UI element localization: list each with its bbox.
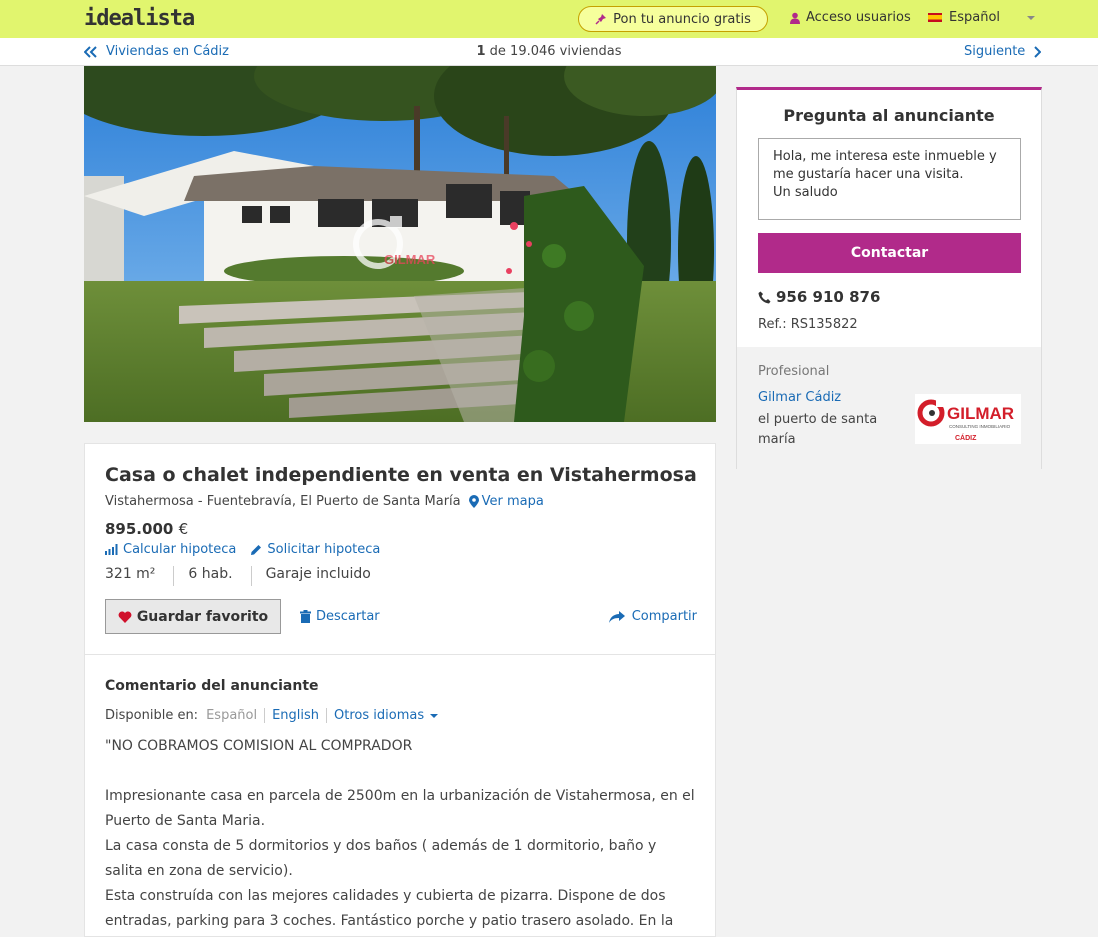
contact-button[interactable]: Contactar xyxy=(758,233,1021,273)
publish-ad-label: Pon tu anuncio gratis xyxy=(613,11,751,27)
comment-title: Comentario del anunciante xyxy=(105,678,319,694)
login-link[interactable]: Acceso usuarios xyxy=(790,10,911,25)
share-link[interactable]: Compartir xyxy=(608,609,697,624)
share-arrow-icon xyxy=(608,610,625,623)
chevron-down-icon[interactable] xyxy=(1027,16,1035,20)
idealista-logo[interactable]: idealista xyxy=(84,6,195,31)
listing-title: Casa o chalet independiente en venta en … xyxy=(105,464,697,486)
top-bar: idealista Pon tu anuncio gratis Acceso u… xyxy=(0,0,1098,38)
feature-area: 321 m² xyxy=(105,566,175,586)
listing-nav-bar: Viviendas en Cádiz 1 de 19.046 viviendas… xyxy=(0,38,1098,66)
phone-icon xyxy=(758,291,771,303)
language-option-english[interactable]: English xyxy=(265,708,328,723)
heart-icon xyxy=(118,610,132,623)
location-text: Vistahermosa - Fuentebravía, El Puerto d… xyxy=(105,494,461,509)
contact-panel: Pregunta al anunciante Hola, me interesa… xyxy=(736,87,1042,469)
professional-section: Profesional Gilmar Cádiz el puerto de sa… xyxy=(737,347,1041,469)
available-in-label: Disponible en: xyxy=(105,708,199,723)
logo-subtitle: CONSULTING INMOBILIARIO xyxy=(949,424,1011,429)
map-pin-icon xyxy=(468,495,479,508)
phone-text: 956 910 876 xyxy=(776,288,881,306)
description-paragraph: Impresionante casa en parcela de 2500m e… xyxy=(105,788,695,829)
spain-flag-icon xyxy=(928,13,942,22)
view-map-link[interactable]: Ver mapa xyxy=(468,494,544,509)
caret-down-icon xyxy=(430,713,439,718)
contact-title: Pregunta al anunciante xyxy=(783,106,995,125)
watermark-text: GILMAR xyxy=(384,252,436,267)
login-label: Acceso usuarios xyxy=(806,10,911,25)
phone-number[interactable]: 956 910 876 xyxy=(758,288,880,306)
professional-label: Profesional xyxy=(758,364,830,379)
agency-name-link[interactable]: Gilmar Cádiz xyxy=(758,390,841,405)
language-selector[interactable]: Español xyxy=(928,10,1000,25)
next-listing-link[interactable]: Siguiente xyxy=(964,44,1042,59)
save-favorite-button[interactable]: Guardar favorito xyxy=(105,599,281,634)
other-languages-label: Otros idiomas xyxy=(334,708,425,723)
language-option-spanish: Español xyxy=(199,708,266,723)
calculate-mortgage-label: Calcular hipoteca xyxy=(123,542,237,557)
agency-logo[interactable]: GILMAR CONSULTING INMOBILIARIO CÁDIZ xyxy=(915,394,1021,444)
bar-chart-icon xyxy=(105,544,118,555)
listing-details-card: Casa o chalet independiente en venta en … xyxy=(84,443,716,937)
description-paragraph: La casa consta de 5 dormitorios y dos ba… xyxy=(105,838,657,879)
save-favorite-label: Guardar favorito xyxy=(136,608,269,625)
listing-description: "NO COBRAMOS COMISION AL COMPRADOR Impre… xyxy=(105,734,697,937)
house-photo-illustration: GILMAR xyxy=(84,66,716,422)
result-total: de 19.046 viviendas xyxy=(489,44,622,59)
description-paragraph: Esta construída con las mejores calidade… xyxy=(105,888,674,929)
gilmar-logo: GILMAR CONSULTING INMOBILIARIO CÁDIZ xyxy=(917,399,1014,442)
pencil-icon xyxy=(251,544,262,555)
message-textarea[interactable]: Hola, me interesa este inmueble y me gus… xyxy=(758,138,1021,220)
publish-ad-button[interactable]: Pon tu anuncio gratis xyxy=(578,6,768,32)
listing-reference: Ref.: RS135822 xyxy=(758,317,858,332)
request-mortgage-link[interactable]: Solicitar hipoteca xyxy=(250,542,380,557)
user-icon xyxy=(790,12,800,24)
description-paragraph xyxy=(105,759,697,784)
result-counter: 1 de 19.046 viviendas xyxy=(0,44,1098,59)
agency-location: el puerto de santa maría xyxy=(758,412,878,447)
language-options: Disponible en: Español English Otros idi… xyxy=(105,708,445,723)
description-paragraph: "NO COBRAMOS COMISION AL COMPRADOR xyxy=(105,738,413,754)
listing-location: Vistahermosa - Fuentebravía, El Puerto d… xyxy=(105,494,544,509)
share-label: Compartir xyxy=(631,609,697,624)
listing-features: 321 m² 6 hab. Garaje incluido xyxy=(105,566,403,586)
logo-text: GILMAR xyxy=(947,404,1014,423)
current-index: 1 xyxy=(476,44,486,59)
price-currency: € xyxy=(178,520,189,538)
trash-icon xyxy=(300,610,311,623)
section-divider xyxy=(85,654,715,655)
request-mortgage-label: Solicitar hipoteca xyxy=(267,542,381,557)
price-amount: 895.000 xyxy=(105,520,174,538)
chevron-right-icon xyxy=(1034,45,1042,58)
other-languages-dropdown[interactable]: Otros idiomas xyxy=(327,708,445,723)
mortgage-links: Calcular hipoteca Solicitar hipoteca xyxy=(105,542,394,557)
discard-label: Descartar xyxy=(316,609,380,624)
property-photo[interactable]: GILMAR xyxy=(84,66,716,422)
view-map-label: Ver mapa xyxy=(481,494,544,509)
feature-rooms: 6 hab. xyxy=(188,566,252,586)
discard-link[interactable]: Descartar xyxy=(300,609,380,624)
listing-price: 895.000 € xyxy=(105,520,188,538)
listing-actions: Guardar favorito Descartar Compartir xyxy=(105,599,697,634)
calculate-mortgage-link[interactable]: Calcular hipoteca xyxy=(105,542,236,557)
feature-garage: Garaje incluido xyxy=(265,566,371,582)
next-label: Siguiente xyxy=(964,44,1026,59)
language-label: Español xyxy=(949,10,1001,25)
logo-city: CÁDIZ xyxy=(955,433,977,442)
pin-icon xyxy=(595,14,607,25)
